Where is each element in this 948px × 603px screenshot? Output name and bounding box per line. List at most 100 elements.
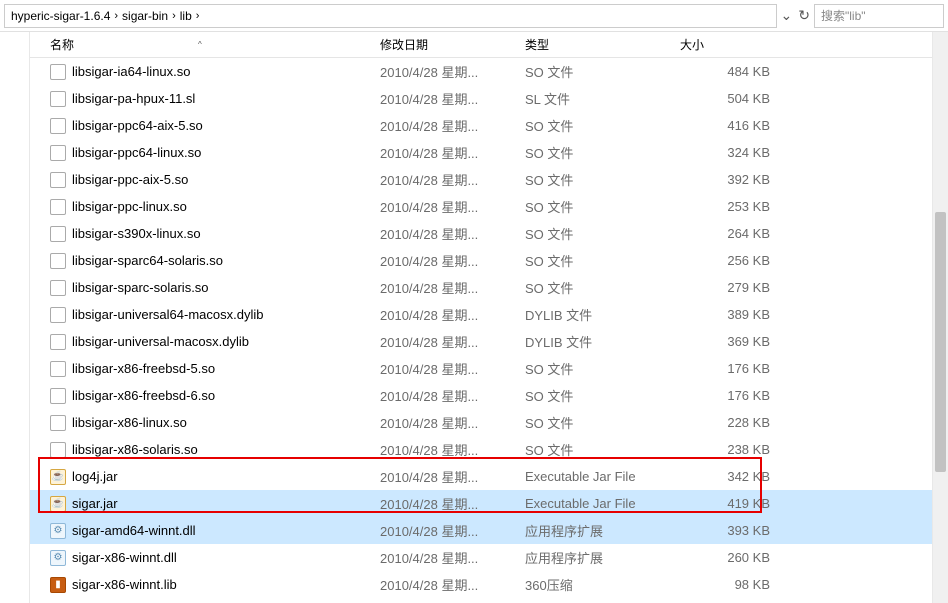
scrollbar-thumb[interactable] xyxy=(935,212,946,472)
dropdown-icon[interactable]: ⌄ xyxy=(781,7,793,24)
col-date-label[interactable]: 修改日期 xyxy=(380,36,525,53)
file-size: 238 KB xyxy=(680,442,770,457)
file-row[interactable]: libsigar-s390x-linux.so2010/4/28 星期...SO… xyxy=(30,220,948,247)
file-type: Executable Jar File xyxy=(525,469,680,484)
column-header[interactable]: 名称 ^ 修改日期 类型 大小 xyxy=(30,32,948,58)
col-name-label[interactable]: 名称 xyxy=(50,36,74,53)
file-type: SO 文件 xyxy=(525,251,680,270)
file-icon xyxy=(50,64,66,80)
jar-icon: ☕ xyxy=(50,469,66,485)
file-icon xyxy=(50,280,66,296)
file-name: libsigar-ppc64-aix-5.so xyxy=(72,118,203,133)
file-name: libsigar-universal64-macosx.dylib xyxy=(72,307,263,322)
file-row[interactable]: libsigar-ppc64-linux.so2010/4/28 星期...SO… xyxy=(30,139,948,166)
file-row[interactable]: libsigar-universal-macosx.dylib2010/4/28… xyxy=(30,328,948,355)
file-date: 2010/4/28 星期... xyxy=(380,440,525,459)
col-size-label[interactable]: 大小 xyxy=(680,36,770,53)
file-name: libsigar-s390x-linux.so xyxy=(72,226,201,241)
file-row[interactable]: ☕log4j.jar2010/4/28 星期...Executable Jar … xyxy=(30,463,948,490)
chevron-right-icon: › xyxy=(172,10,176,22)
file-icon xyxy=(50,253,66,269)
file-type: SO 文件 xyxy=(525,170,680,189)
file-row[interactable]: ⚙sigar-amd64-winnt.dll2010/4/28 星期...应用程… xyxy=(30,517,948,544)
file-size: 98 KB xyxy=(680,577,770,592)
file-size: 264 KB xyxy=(680,226,770,241)
file-name: libsigar-ppc64-linux.so xyxy=(72,145,201,160)
file-size: 369 KB xyxy=(680,334,770,349)
file-size: 176 KB xyxy=(680,361,770,376)
file-row[interactable]: libsigar-sparc64-solaris.so2010/4/28 星期.… xyxy=(30,247,948,274)
file-row[interactable]: libsigar-ppc-linux.so2010/4/28 星期...SO 文… xyxy=(30,193,948,220)
file-size: 392 KB xyxy=(680,172,770,187)
dll-icon: ⚙ xyxy=(50,523,66,539)
breadcrumb-segment[interactable]: hyperic-sigar-1.6.4 xyxy=(11,9,110,23)
search-placeholder: 搜索"lib" xyxy=(821,7,866,24)
file-name: sigar-x86-winnt.dll xyxy=(72,550,177,565)
file-name: libsigar-ppc-linux.so xyxy=(72,199,187,214)
sort-arrow-icon: ^ xyxy=(198,40,202,49)
file-row[interactable]: libsigar-sparc-solaris.so 2010/4/28 星期...… xyxy=(30,274,948,301)
file-name: libsigar-sparc64-solaris.so xyxy=(72,253,223,268)
file-row[interactable]: libsigar-x86-freebsd-5.so2010/4/28 星期...… xyxy=(30,355,948,382)
file-row[interactable]: libsigar-pa-hpux-11.sl2010/4/28 星期...SL … xyxy=(30,85,948,112)
breadcrumb-segment[interactable]: lib xyxy=(180,9,192,23)
breadcrumb[interactable]: hyperic-sigar-1.6.4 › sigar-bin › lib › xyxy=(4,4,777,28)
file-row[interactable]: libsigar-universal64-macosx.dylib2010/4/… xyxy=(30,301,948,328)
file-row[interactable]: libsigar-ia64-linux.so2010/4/28 星期...SO … xyxy=(30,58,948,85)
file-name: libsigar-sparc-solaris.so xyxy=(72,280,209,295)
file-name: libsigar-x86-freebsd-6.so xyxy=(72,388,215,403)
file-type: SO 文件 xyxy=(525,386,680,405)
file-row[interactable]: libsigar-ppc64-aix-5.so2010/4/28 星期...SO… xyxy=(30,112,948,139)
file-date: 2010/4/28 星期... xyxy=(380,278,525,297)
file-row[interactable]: ▮sigar-x86-winnt.lib2010/4/28 星期...360压缩… xyxy=(30,571,948,598)
file-row[interactable]: libsigar-x86-linux.so2010/4/28 星期...SO 文… xyxy=(30,409,948,436)
header-bar: hyperic-sigar-1.6.4 › sigar-bin › lib › ⌄ ↻ 搜… xyxy=(0,0,948,32)
file-type: 应用程序扩展 xyxy=(525,521,680,540)
file-icon xyxy=(50,118,66,134)
file-type: SO 文件 xyxy=(525,278,680,297)
file-date: 2010/4/28 星期... xyxy=(380,197,525,216)
file-row[interactable]: libsigar-ppc-aix-5.so2010/4/28 星期...SO 文… xyxy=(30,166,948,193)
file-date: 2010/4/28 星期... xyxy=(380,89,525,108)
header-icons: ⌄ ↻ xyxy=(781,7,810,24)
file-icon xyxy=(50,91,66,107)
breadcrumb-segment[interactable]: sigar-bin xyxy=(122,9,168,23)
file-date: 2010/4/28 星期... xyxy=(380,413,525,432)
file-size: 416 KB xyxy=(680,118,770,133)
file-type: SO 文件 xyxy=(525,440,680,459)
file-row[interactable]: libsigar-x86-solaris.so2010/4/28 星期...SO… xyxy=(30,436,948,463)
file-size: 504 KB xyxy=(680,91,770,106)
file-icon xyxy=(50,145,66,161)
file-date: 2010/4/28 星期... xyxy=(380,359,525,378)
file-row[interactable]: ☕sigar.jar2010/4/28 星期...Executable Jar … xyxy=(30,490,948,517)
file-date: 2010/4/28 星期... xyxy=(380,494,525,513)
file-type: DYLIB 文件 xyxy=(525,332,680,351)
file-icon xyxy=(50,334,66,350)
file-type: 360压缩 xyxy=(525,575,680,594)
file-name: libsigar-x86-linux.so xyxy=(72,415,187,430)
file-date: 2010/4/28 星期... xyxy=(380,332,525,351)
file-icon xyxy=(50,442,66,458)
file-name: libsigar-ppc-aix-5.so xyxy=(72,172,188,187)
file-size: 253 KB xyxy=(680,199,770,214)
file-row[interactable]: ⚙sigar-x86-winnt.dll2010/4/28 星期...应用程序扩… xyxy=(30,544,948,571)
nav-pane[interactable] xyxy=(0,32,30,603)
file-date: 2010/4/28 星期... xyxy=(380,548,525,567)
refresh-icon[interactable]: ↻ xyxy=(798,7,810,24)
dll-icon: ⚙ xyxy=(50,550,66,566)
file-icon xyxy=(50,361,66,377)
vertical-scrollbar[interactable] xyxy=(932,32,948,603)
file-date: 2010/4/28 星期... xyxy=(380,62,525,81)
file-type: DYLIB 文件 xyxy=(525,305,680,324)
file-name: log4j.jar xyxy=(72,469,118,484)
col-type-label[interactable]: 类型 xyxy=(525,36,680,53)
main-pane: 名称 ^ 修改日期 类型 大小 libsigar-ia64-linux.so201… xyxy=(30,32,948,603)
chevron-right-icon: › xyxy=(114,10,118,22)
file-list: libsigar-ia64-linux.so2010/4/28 星期...SO … xyxy=(30,58,948,598)
file-icon xyxy=(50,226,66,242)
chevron-right-icon: › xyxy=(196,10,200,22)
search-input[interactable]: 搜索"lib" xyxy=(814,4,944,28)
file-size: 484 KB xyxy=(680,64,770,79)
file-row[interactable]: libsigar-x86-freebsd-6.so2010/4/28 星期...… xyxy=(30,382,948,409)
file-type: Executable Jar File xyxy=(525,496,680,511)
